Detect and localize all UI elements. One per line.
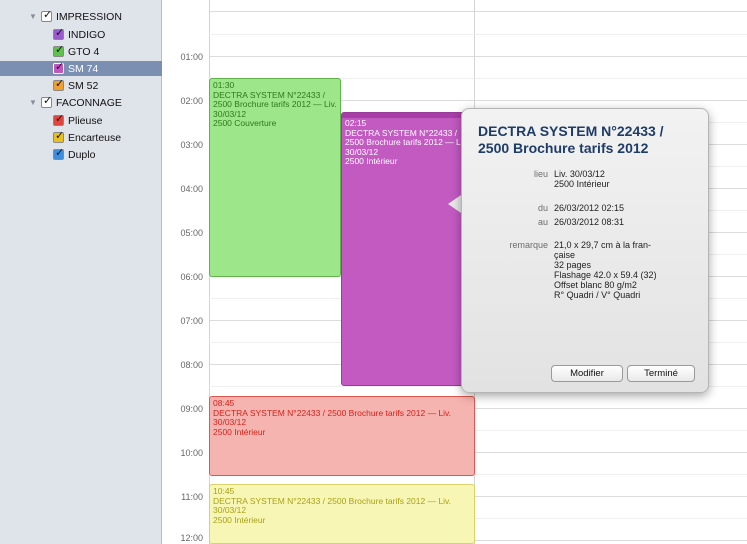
time-label: 10:00: [180, 448, 203, 458]
checkbox-icon[interactable]: [53, 129, 64, 143]
sidebar-item-sm52[interactable]: SM 52: [0, 77, 162, 93]
event-gto4-couverture[interactable]: 01:30 DECTRA SYSTEM N°22433 / 2500 Broch…: [209, 78, 341, 277]
checkbox-icon[interactable]: [53, 26, 64, 40]
disclosure-triangle-icon[interactable]: ▼: [28, 98, 38, 107]
sidebar-group-faconnage[interactable]: ▼ FACONNAGE: [0, 94, 162, 110]
sidebar-item-duplo[interactable]: Duplo: [0, 146, 162, 162]
sidebar-item-label: SM 74: [68, 62, 99, 75]
lieu-label: lieu: [533, 169, 548, 179]
sidebar-item-gto4[interactable]: GTO 4: [0, 43, 162, 59]
time-label: 06:00: [180, 272, 203, 282]
sidebar-group-impression[interactable]: ▼ IMPRESSION: [0, 8, 162, 24]
time-label: 12:00: [180, 533, 203, 543]
sidebar-item-label: SM 52: [68, 79, 99, 92]
hour-line: [209, 56, 747, 57]
done-button[interactable]: Terminé: [627, 365, 695, 382]
event-plieuse-interieur[interactable]: 08:45 DECTRA SYSTEM N°22433 / 2500 Broch…: [209, 396, 475, 476]
sidebar-item-label: GTO 4: [68, 45, 100, 58]
sidebar-item-label: Duplo: [68, 148, 96, 161]
popover-title: DECTRA SYSTEM N°22433 / 2500 Brochure ta…: [478, 123, 664, 156]
sidebar-item-encarteuse[interactable]: Encarteuse: [0, 129, 162, 145]
time-label: 09:00: [180, 404, 203, 414]
event-detail-popover: DECTRA SYSTEM N°22433 / 2500 Brochure ta…: [461, 108, 709, 393]
sidebar-item-label: Encarteuse: [68, 131, 122, 144]
checkbox-icon[interactable]: [53, 60, 64, 74]
modify-button[interactable]: Modifier: [551, 365, 623, 382]
du-value: 26/03/2012 02:15: [554, 203, 625, 213]
hour-line: [209, 11, 747, 12]
checkbox-icon[interactable]: [41, 8, 52, 22]
au-label: au: [537, 217, 548, 227]
sidebar-item-indigo[interactable]: INDIGO: [0, 26, 162, 42]
time-label: 05:00: [180, 228, 203, 238]
sidebar-item-sm74[interactable]: SM 74: [0, 60, 162, 76]
sidebar-item-label: INDIGO: [68, 28, 106, 41]
time-label: 03:00: [180, 140, 203, 150]
event-text: DECTRA SYSTEM N°22433 / 2500 Brochure ta…: [213, 407, 452, 437]
event-text: DECTRA SYSTEM N°22433 / 2500 Brochure ta…: [213, 495, 452, 525]
au-value: 26/03/2012 08:31: [554, 217, 625, 227]
popover-arrow: [448, 195, 461, 213]
event-text: DECTRA SYSTEM N°22433 / 2500 Brochure ta…: [345, 127, 469, 166]
checkbox-icon[interactable]: [53, 112, 64, 126]
time-label: 02:00: [180, 96, 203, 106]
checkbox-icon[interactable]: [41, 94, 52, 108]
sidebar-group-label: FACONNAGE: [56, 96, 122, 109]
remarque-label: remarque: [509, 240, 548, 250]
time-label: 11:00: [181, 492, 203, 502]
checkbox-icon[interactable]: [53, 77, 64, 91]
sidebar-item-label: Plieuse: [68, 114, 103, 127]
time-label: 01:00: [180, 52, 203, 62]
remarque-value: 21,0 x 29,7 cm à la fran- çaise 32 pages…: [554, 240, 657, 300]
du-label: du: [537, 203, 548, 213]
time-label: 08:00: [180, 360, 203, 370]
time-label: 04:00: [180, 184, 203, 194]
checkbox-icon[interactable]: [53, 43, 64, 57]
calendar-sidebar: ▼ IMPRESSION INDIGO GTO 4 SM 74 SM 52 ▼ …: [0, 0, 162, 544]
event-text: DECTRA SYSTEM N°22433 / 2500 Brochure ta…: [213, 89, 337, 128]
disclosure-triangle-icon[interactable]: ▼: [28, 12, 38, 21]
time-label: 07:00: [180, 316, 203, 326]
lieu-value: Liv. 30/03/12 2500 Intérieur: [554, 169, 610, 189]
event-encarteuse-interieur[interactable]: 10:45 DECTRA SYSTEM N°22433 / 2500 Broch…: [209, 484, 475, 544]
checkbox-icon[interactable]: [53, 146, 64, 160]
event-sm74-interieur[interactable]: 02:15 DECTRA SYSTEM N°22433 / 2500 Broch…: [341, 112, 475, 386]
sidebar-group-label: IMPRESSION: [56, 10, 122, 23]
half-hour-line: [209, 34, 747, 35]
sidebar-item-plieuse[interactable]: Plieuse: [0, 112, 162, 128]
